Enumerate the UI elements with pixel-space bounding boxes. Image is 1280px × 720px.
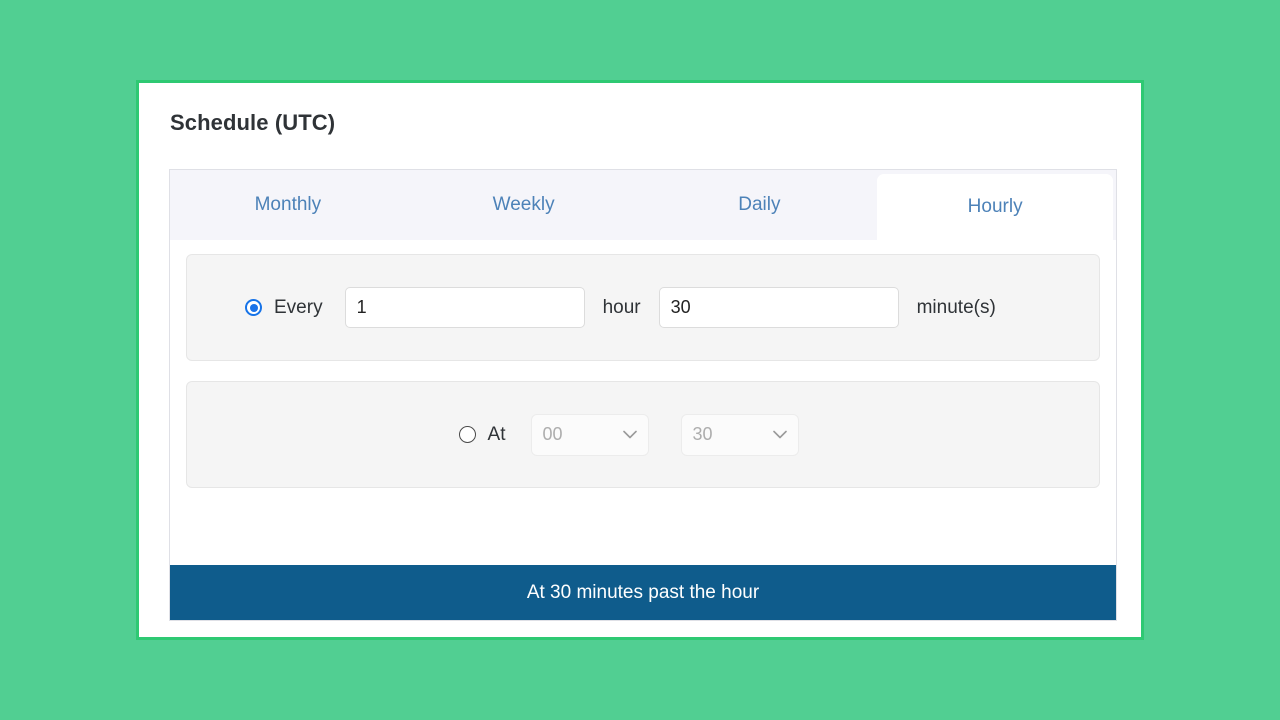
screen: Schedule (UTC) Monthly Weekly Daily Hour… <box>0 0 1280 720</box>
at-radio[interactable] <box>458 426 476 443</box>
every-hour-input[interactable] <box>344 287 585 328</box>
at-option-group: At 00 30 <box>186 381 1100 488</box>
at-minute-select[interactable]: 30 <box>681 413 800 456</box>
tab-hourly-label: Hourly <box>967 196 1023 217</box>
minute-unit-label: minute(s) <box>916 296 996 318</box>
at-hour-select-value: 00 <box>542 424 563 444</box>
tab-weekly-label: Weekly <box>492 194 555 215</box>
tab-daily-label: Daily <box>738 194 781 215</box>
chevron-down-icon <box>623 430 638 439</box>
scheduler-panel: Monthly Weekly Daily Hourly Every 1 hour… <box>169 169 1117 621</box>
hour-unit-label: hour <box>602 296 641 318</box>
every-radio[interactable] <box>245 299 262 316</box>
page-title: Schedule (UTC) <box>170 110 336 135</box>
at-label: At <box>487 423 506 445</box>
tab-bar: Monthly Weekly Daily Hourly <box>170 170 1116 240</box>
tab-daily[interactable]: Daily <box>642 170 878 240</box>
chevron-down-icon <box>773 430 788 439</box>
hourly-tab-panel: Every hour minute(s) At 00 <box>170 240 1116 620</box>
schedule-summary-text: At 30 minutes past the hour <box>526 581 760 603</box>
tab-weekly[interactable]: Weekly <box>406 170 642 240</box>
tab-hourly[interactable]: Hourly <box>877 174 1113 240</box>
every-minute-input[interactable] <box>658 287 899 328</box>
every-option-group: Every hour minute(s) <box>186 254 1100 361</box>
tab-monthly[interactable]: Monthly <box>170 170 406 240</box>
every-label: Every <box>274 296 323 318</box>
at-hour-select[interactable]: 00 <box>531 413 650 456</box>
at-minute-select-value: 30 <box>692 424 713 444</box>
schedule-card: Schedule (UTC) Monthly Weekly Daily Hour… <box>136 80 1144 640</box>
schedule-summary-banner: At 30 minutes past the hour <box>170 565 1116 620</box>
tab-monthly-label: Monthly <box>254 194 322 215</box>
